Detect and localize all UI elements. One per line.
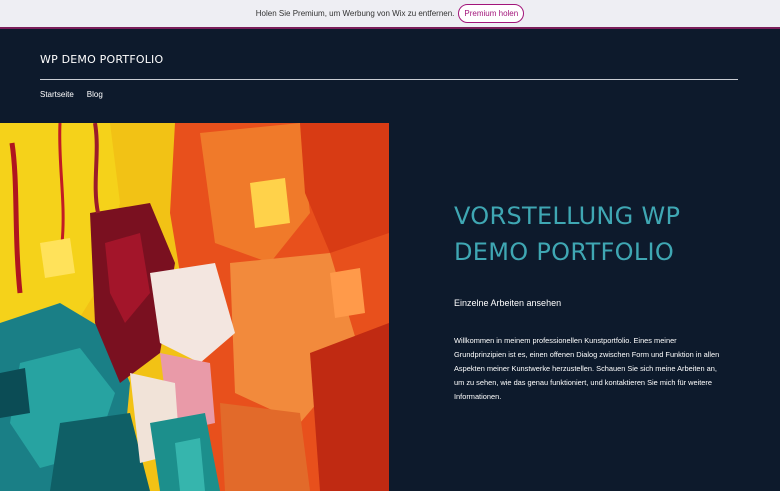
nav-item-startseite[interactable]: Startseite xyxy=(40,90,74,99)
hero-painting-image xyxy=(0,123,389,491)
wix-promo-text: Holen Sie Premium, um Werbung von Wix zu… xyxy=(255,9,455,18)
header-divider xyxy=(40,79,738,80)
section-subheading: Einzelne Arbeiten ansehen xyxy=(454,298,562,308)
intro-paragraph: Willkommen in meinem professionellen Kun… xyxy=(454,336,720,401)
site-title[interactable]: WP DEMO PORTFOLIO xyxy=(40,53,163,66)
page-heading: VORSTELLUNG WP DEMO PORTFOLIO xyxy=(454,202,681,266)
wix-promo-banner: Holen Sie Premium, um Werbung von Wix zu… xyxy=(0,0,780,29)
nav-item-blog[interactable]: Blog xyxy=(87,90,103,99)
premium-button[interactable]: Premium holen xyxy=(458,4,525,23)
main-nav: Startseite Blog xyxy=(40,90,103,99)
